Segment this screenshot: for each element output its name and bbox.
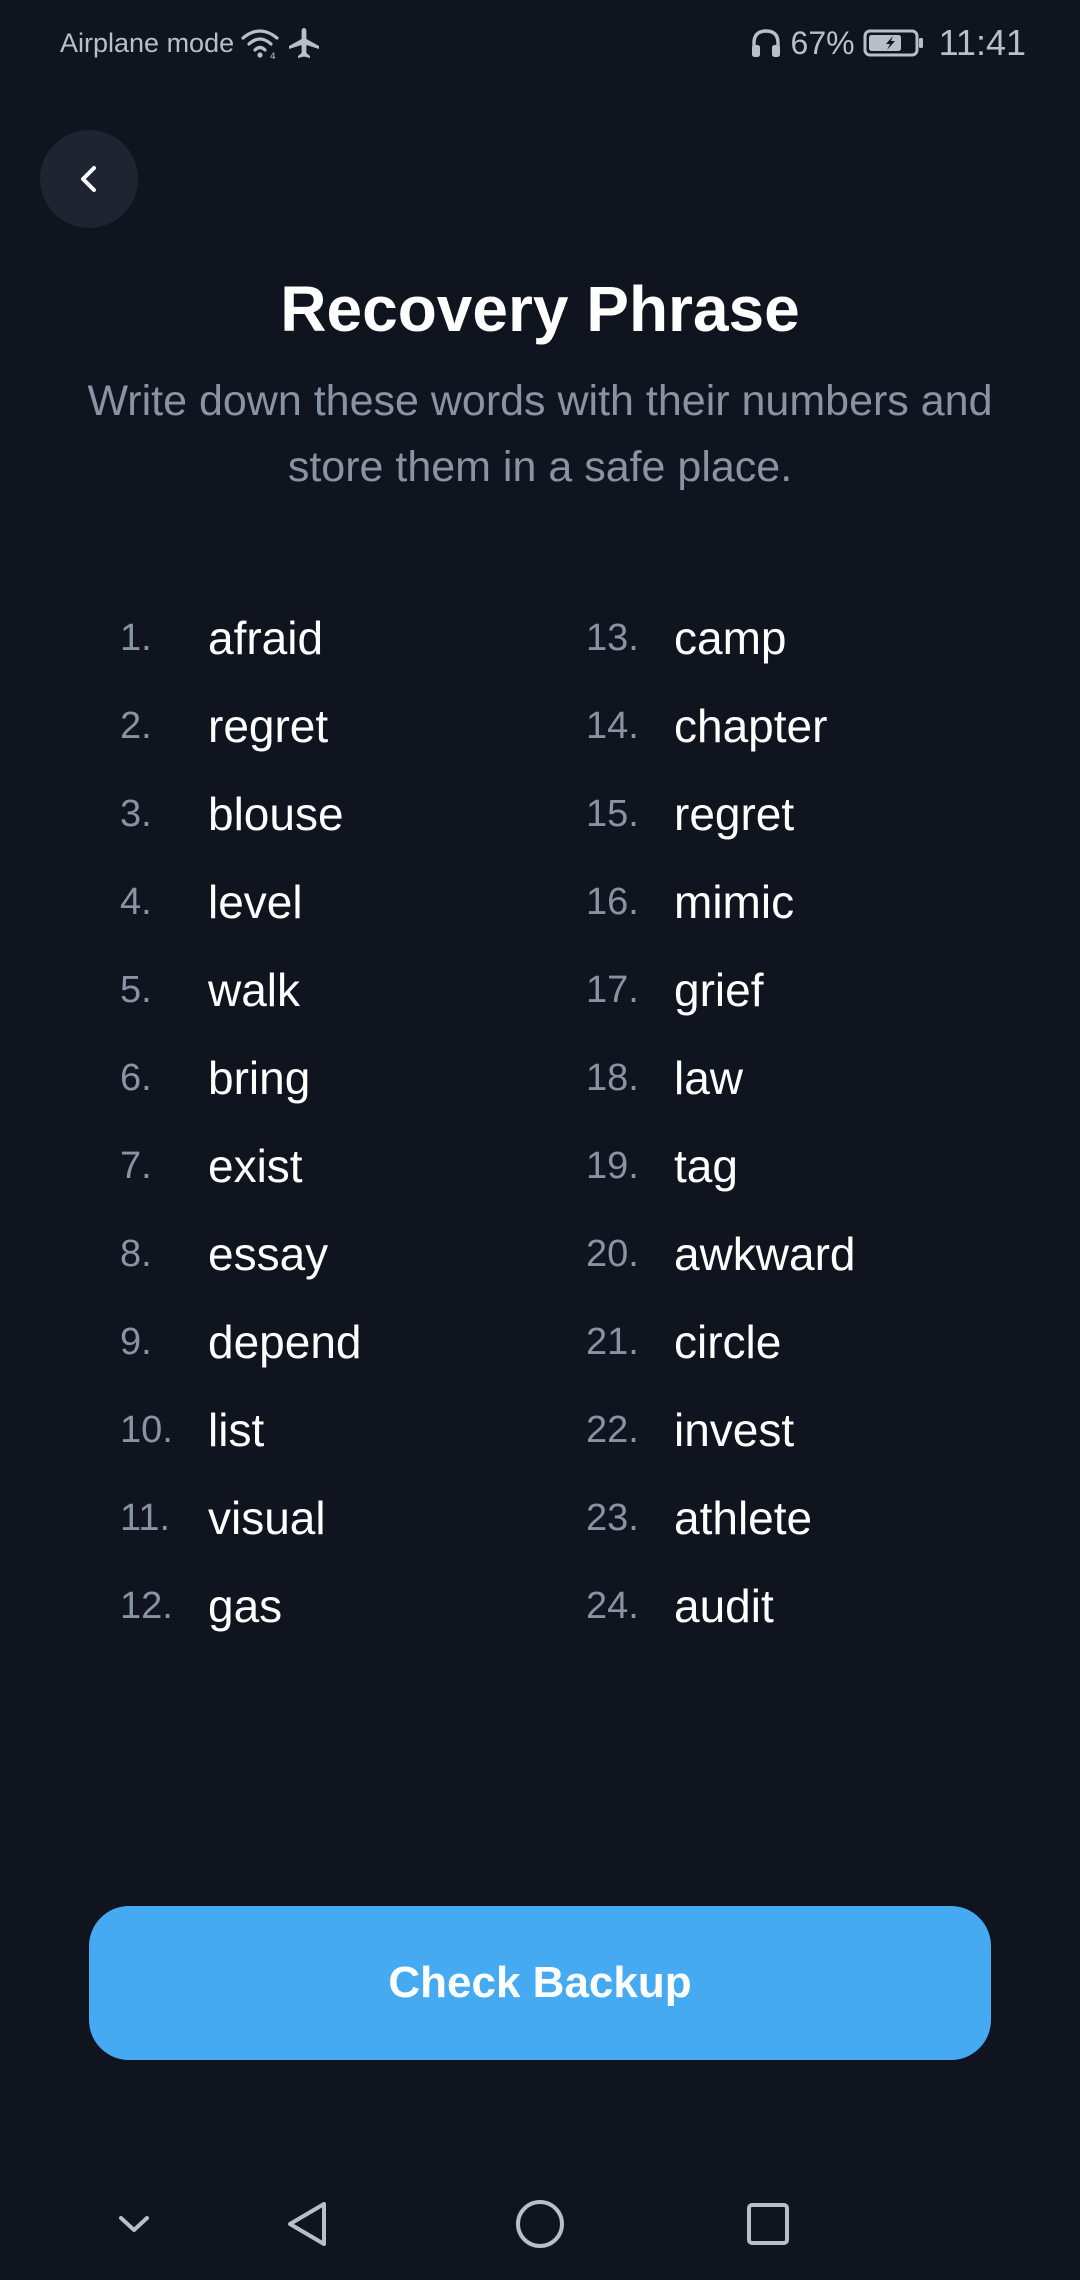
phrase-word-24: 24. audit: [586, 1562, 1006, 1650]
word-text: law: [674, 1052, 744, 1104]
word-text: mimic: [674, 876, 795, 928]
word-text: invest: [674, 1404, 795, 1456]
word-number: 21.: [586, 1320, 639, 1363]
system-navigation-bar: [0, 2168, 1080, 2280]
word-number: 15.: [586, 792, 639, 835]
word-number: 23.: [586, 1496, 639, 1539]
phrase-word-8: 8. essay: [120, 1210, 540, 1298]
phrase-word-20: 20. awkward: [586, 1210, 1006, 1298]
word-number: 2.: [120, 704, 152, 747]
word-number: 18.: [586, 1056, 639, 1099]
word-text: regret: [208, 700, 329, 752]
word-text: bring: [208, 1052, 311, 1104]
phrase-word-16: 16. mimic: [586, 858, 1006, 946]
word-number: 24.: [586, 1584, 639, 1627]
battery-percent: 67%: [790, 24, 855, 61]
airplane-icon: [286, 26, 322, 60]
word-text: gas: [208, 1580, 283, 1632]
back-triangle-icon[interactable]: [272, 2188, 344, 2260]
wifi-icon: 4: [240, 26, 280, 60]
phrase-word-18: 18. law: [586, 1034, 1006, 1122]
word-number: 14.: [586, 704, 639, 747]
check-backup-button[interactable]: Check Backup: [89, 1906, 991, 2060]
phrase-word-4: 4. level: [120, 858, 540, 946]
svg-text:4: 4: [270, 52, 276, 60]
home-circle-icon[interactable]: [504, 2188, 576, 2260]
phrase-word-9: 9. depend: [120, 1298, 540, 1386]
battery-icon: [863, 27, 925, 59]
phrase-word-12: 12. gas: [120, 1562, 540, 1650]
phrase-word-17: 17. grief: [586, 946, 1006, 1034]
headphones-icon: [749, 26, 783, 60]
word-number: 3.: [120, 792, 152, 835]
word-number: 8.: [120, 1232, 152, 1275]
word-text: athlete: [674, 1492, 813, 1544]
phrase-word-7: 7. exist: [120, 1122, 540, 1210]
word-text: essay: [208, 1228, 329, 1280]
phrase-word-14: 14. chapter: [586, 682, 1006, 770]
word-text: blouse: [208, 788, 344, 840]
word-number: 6.: [120, 1056, 152, 1099]
phrase-word-6: 6. bring: [120, 1034, 540, 1122]
phrase-word-15: 15. regret: [586, 770, 1006, 858]
status-bar: Airplane mode 4 67% 11:41: [0, 0, 1080, 92]
phrase-word-13: 13. camp: [586, 594, 1006, 682]
chevron-down-icon[interactable]: [98, 2188, 170, 2260]
word-text: chapter: [674, 700, 828, 752]
phrase-word-10: 10. list: [120, 1386, 540, 1474]
word-number: 16.: [586, 880, 639, 923]
word-number: 22.: [586, 1408, 639, 1451]
phrase-word-19: 19. tag: [586, 1122, 1006, 1210]
word-number: 19.: [586, 1144, 639, 1187]
word-text: camp: [674, 612, 787, 664]
status-right: 67% 11:41: [749, 22, 1026, 64]
word-number: 17.: [586, 968, 639, 1011]
phrase-word-23: 23. athlete: [586, 1474, 1006, 1562]
word-text: depend: [208, 1316, 362, 1368]
chevron-left-icon: [69, 159, 109, 199]
clock-time: 11:41: [938, 22, 1026, 63]
word-text: level: [208, 876, 303, 928]
phrase-word-11: 11. visual: [120, 1474, 540, 1562]
word-number: 12.: [120, 1584, 173, 1627]
phrase-word-2: 2. regret: [120, 682, 540, 770]
phrase-column-left: 1. afraid 2. regret 3. blouse 4. level 5. wal…: [120, 594, 540, 1650]
word-text: visual: [208, 1492, 326, 1544]
word-text: walk: [208, 964, 301, 1016]
word-number: 20.: [586, 1232, 639, 1275]
word-number: 7.: [120, 1144, 152, 1187]
word-number: 13.: [586, 616, 639, 659]
word-number: 4.: [120, 880, 152, 923]
word-text: tag: [674, 1140, 738, 1192]
airplane-mode-label: Airplane mode: [60, 27, 235, 58]
word-number: 5.: [120, 968, 152, 1011]
word-text: circle: [674, 1316, 782, 1368]
word-text: regret: [674, 788, 795, 840]
word-number: 10.: [120, 1408, 173, 1451]
word-number: 11.: [120, 1496, 171, 1539]
phrase-word-3: 3. blouse: [120, 770, 540, 858]
word-text: exist: [208, 1140, 303, 1192]
status-left: Airplane mode 4: [60, 26, 322, 60]
phrase-word-21: 21. circle: [586, 1298, 1006, 1386]
word-text: list: [208, 1404, 265, 1456]
word-text: afraid: [208, 612, 324, 664]
word-number: 1.: [120, 616, 152, 659]
word-text: awkward: [674, 1228, 856, 1280]
page-subtitle: Write down these words with their number…: [87, 377, 993, 491]
phrase-column-right: 13. camp 14. chapter 15. regret 16. mimic 17…: [586, 594, 1006, 1650]
back-button[interactable]: [40, 130, 138, 228]
recents-square-icon[interactable]: [732, 2188, 804, 2260]
phrase-word-5: 5. walk: [120, 946, 540, 1034]
word-text: audit: [674, 1580, 774, 1632]
page-title: Recovery Phrase: [280, 273, 800, 345]
word-number: 9.: [120, 1320, 152, 1363]
phrase-word-1: 1. afraid: [120, 594, 540, 682]
word-text: grief: [674, 964, 764, 1016]
phrase-word-22: 22. invest: [586, 1386, 1006, 1474]
